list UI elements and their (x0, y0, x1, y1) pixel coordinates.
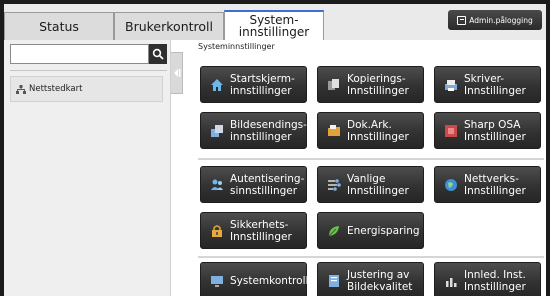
lock-icon (209, 223, 225, 239)
tab-status-label: Status (39, 19, 79, 34)
image-quality-adjustment-button[interactable]: Justering av Bildekvalitet (317, 262, 424, 296)
app-frame: Status Brukerkontroll System- innstillin… (4, 4, 546, 296)
button-label: Bildesendings- innstillinger (230, 118, 307, 143)
collapse-left-icon (173, 69, 180, 77)
settings-icon (326, 177, 342, 193)
admin-login-label: Admin.pålogging (469, 15, 533, 25)
button-label: Startskjerm- innstillinger (230, 72, 295, 97)
energy-saving-button[interactable]: Energisparing (317, 212, 424, 249)
sitemap-icon (16, 84, 26, 94)
button-label: Kopierings- Innstillinger (347, 72, 409, 97)
tab-status[interactable]: Status (4, 12, 114, 40)
home-icon (209, 77, 225, 93)
group-divider (198, 256, 544, 258)
button-label: Dok.Ark. Innstillinger (347, 118, 409, 143)
tab-system-settings-label-line2: innstillinger (238, 25, 310, 39)
printer-icon (443, 77, 459, 93)
tab-user-control-label: Brukerkontroll (125, 19, 213, 34)
users-icon (209, 177, 225, 193)
button-label: Autentisering- sinnstillinger (230, 172, 305, 197)
copy-icon (326, 77, 342, 93)
document-icon (326, 273, 342, 289)
tab-system-settings[interactable]: System- innstillinger (224, 10, 324, 40)
chart-icon (443, 273, 459, 289)
admin-login-button[interactable]: Admin.pålogging (448, 10, 542, 30)
osa-icon (443, 123, 459, 139)
group-divider (198, 158, 544, 160)
monitor-icon (209, 273, 225, 289)
tab-user-control[interactable]: Brukerkontroll (114, 12, 224, 40)
tab-bar: Status Brukerkontroll System- innstillin… (4, 4, 546, 40)
button-label: Justering av Bildekvalitet (347, 268, 413, 293)
button-label: Innled. Inst. Innstillinger (464, 268, 526, 293)
network-settings-button[interactable]: Nettverks- Innstillinger (434, 166, 541, 203)
image-send-settings-button[interactable]: Bildesendings- innstillinger (200, 112, 307, 149)
button-label: Energisparing (347, 224, 420, 237)
search-bar (10, 44, 167, 64)
sharp-osa-settings-button[interactable]: Sharp OSA Innstillinger (434, 112, 541, 149)
initial-settings-button[interactable]: Innled. Inst. Innstillinger (434, 262, 541, 296)
button-label: Skriver- Innstillinger (464, 72, 526, 97)
search-input[interactable] (10, 44, 149, 64)
left-panel: Nettstedkart (4, 40, 171, 296)
copy-settings-button[interactable]: Kopierings- Innstillinger (317, 66, 424, 103)
common-settings-button[interactable]: Vanlige Innstillinger (317, 166, 424, 203)
button-label: Vanlige Innstillinger (347, 172, 409, 197)
leaf-icon (326, 223, 342, 239)
panel-collapse-handle[interactable] (171, 52, 183, 94)
printer-settings-button[interactable]: Skriver- Innstillinger (434, 66, 541, 103)
button-label: Nettverks- Innstillinger (464, 172, 526, 197)
search-icon (152, 48, 164, 60)
button-label: Sharp OSA Innstillinger (464, 118, 526, 143)
sitemap-label: Nettstedkart (29, 84, 83, 94)
search-button[interactable] (149, 44, 167, 64)
left-divider (10, 70, 167, 71)
login-icon (457, 15, 467, 25)
button-label: Systemkontroll (230, 274, 309, 287)
authentication-settings-button[interactable]: Autentisering- sinnstillinger (200, 166, 307, 203)
button-label: Sikkerhets- Innstillinger (230, 218, 292, 243)
home-screen-settings-button[interactable]: Startskjerm- innstillinger (200, 66, 307, 103)
folder-icon (326, 123, 342, 139)
breadcrumb: Systeminnstillinger (198, 42, 275, 51)
sidebar-item-sitemap[interactable]: Nettstedkart (10, 76, 163, 102)
security-settings-button[interactable]: Sikkerhets- Innstillinger (200, 212, 307, 249)
system-control-button[interactable]: Systemkontroll (200, 262, 309, 296)
image-send-icon (209, 123, 225, 139)
network-icon (443, 177, 459, 193)
document-filing-settings-button[interactable]: Dok.Ark. Innstillinger (317, 112, 424, 149)
